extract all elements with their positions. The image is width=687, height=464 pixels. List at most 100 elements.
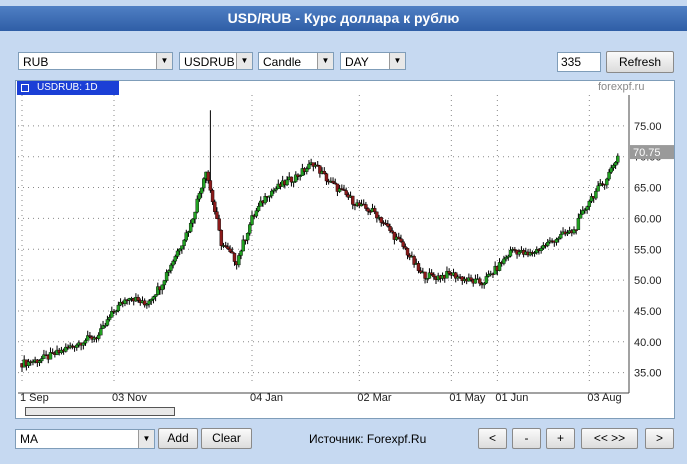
candle-body [248, 224, 252, 234]
candle-body [254, 210, 259, 217]
candle-body [447, 271, 451, 274]
candle-body [147, 300, 151, 305]
window-title: USD/RUB - Курс доллара к рублю [0, 6, 687, 31]
candle-body [351, 195, 355, 205]
candle-body [405, 248, 410, 256]
candle-body [149, 299, 153, 302]
candle-body [171, 260, 175, 266]
candle-body [199, 187, 204, 194]
candle-body [469, 277, 473, 281]
candle-body [379, 217, 383, 223]
candle-body [478, 278, 482, 284]
candle-body [607, 171, 611, 180]
chevron-down-icon[interactable]: ▼ [317, 53, 333, 69]
candle-body [307, 163, 311, 169]
candle-body [188, 222, 193, 232]
candle-body [423, 271, 427, 279]
candle-body [585, 206, 589, 210]
candle-body [197, 193, 202, 200]
indicator-select[interactable]: MA ▼ [15, 429, 155, 449]
refresh-button[interactable]: Refresh [606, 51, 674, 73]
candle-body [83, 340, 88, 344]
candle-body [616, 155, 620, 163]
candle-body [232, 252, 237, 262]
candle-body [237, 255, 241, 266]
chart-tag: USDRUB: 1D [17, 81, 119, 95]
tag-square-icon [21, 84, 29, 92]
candle-body [241, 239, 245, 252]
candle-body [372, 208, 377, 213]
zoom-in-button[interactable]: + [546, 428, 575, 449]
chevron-down-icon[interactable]: ▼ [236, 53, 252, 69]
candle-body [390, 230, 394, 233]
symbol-select-value: USDRUB [184, 55, 235, 69]
candle-body [576, 218, 581, 230]
candle-body [270, 190, 274, 197]
bars-count-input[interactable]: 335 [557, 52, 601, 72]
nav-range-button[interactable]: << >> [581, 428, 638, 449]
x-tick-label: 01 Jun [495, 392, 528, 404]
chart-tag-label: USDRUB: 1D [37, 82, 98, 93]
candle-body [162, 280, 167, 286]
candle-body [250, 215, 254, 225]
candle-body [175, 250, 180, 257]
candle-body [546, 242, 550, 246]
price-chart: 35.0040.0045.0050.0055.0060.0065.0070.00… [18, 95, 674, 404]
chart-scrollbar[interactable] [25, 407, 175, 416]
chevron-down-icon[interactable]: ▼ [156, 53, 172, 69]
y-tick-label: 60.00 [634, 213, 662, 225]
candle-body [578, 213, 583, 219]
candle-body [136, 296, 140, 301]
currency-select[interactable]: RUB ▼ [18, 52, 173, 70]
candle-body [167, 270, 171, 273]
chart-type-select[interactable]: Candle ▼ [258, 52, 334, 70]
candle-body [107, 317, 112, 320]
candle-body [153, 294, 158, 297]
candle-body [169, 264, 173, 271]
clear-indicator-button[interactable]: Clear [201, 428, 252, 449]
candle-body [399, 238, 403, 242]
indicator-select-value: MA [20, 432, 38, 446]
x-tick-label: 01 May [449, 392, 486, 404]
zoom-out-button[interactable]: - [512, 428, 541, 449]
candle-body [587, 200, 592, 207]
candle-body [81, 342, 86, 346]
period-select-value: DAY [345, 55, 369, 69]
candle-body [397, 236, 401, 239]
candle-body [386, 223, 390, 227]
nav-next-button[interactable]: > [645, 428, 674, 449]
candle-body [403, 246, 408, 249]
y-tick-label: 50.00 [634, 275, 662, 287]
candle-body [401, 241, 405, 247]
symbol-select[interactable]: USDRUB ▼ [179, 52, 253, 70]
x-tick-label: 03 Nov [112, 392, 147, 404]
candle-body [173, 256, 178, 262]
x-tick-label: 02 Mar [357, 392, 392, 404]
candle-body [581, 210, 585, 215]
candle-body [609, 167, 613, 173]
period-select[interactable]: DAY ▼ [340, 52, 406, 70]
candle-body [230, 251, 234, 254]
candle-body [226, 246, 230, 250]
candle-body [40, 358, 44, 362]
y-tick-label: 35.00 [634, 368, 662, 380]
candle-body [594, 191, 598, 199]
candle-body [245, 233, 250, 241]
candle-body [182, 239, 186, 246]
x-tick-label: 03 Aug [587, 392, 621, 404]
chevron-down-icon[interactable]: ▼ [138, 430, 154, 448]
chart-area[interactable]: 35.0040.0045.0050.0055.0060.0065.0070.00… [15, 80, 675, 419]
candle-body [217, 218, 221, 231]
candle-body [180, 245, 184, 250]
candle-body [289, 176, 294, 183]
candle-body [285, 179, 289, 186]
candle-body [331, 180, 335, 184]
candle-body [213, 201, 217, 212]
candle-body [195, 198, 199, 213]
nav-prev-button[interactable]: < [478, 428, 507, 449]
x-tick-label: 04 Jan [250, 392, 283, 404]
candle-body [178, 248, 182, 252]
candle-body [613, 162, 618, 166]
chevron-down-icon[interactable]: ▼ [389, 53, 405, 69]
add-indicator-button[interactable]: Add [158, 428, 198, 449]
